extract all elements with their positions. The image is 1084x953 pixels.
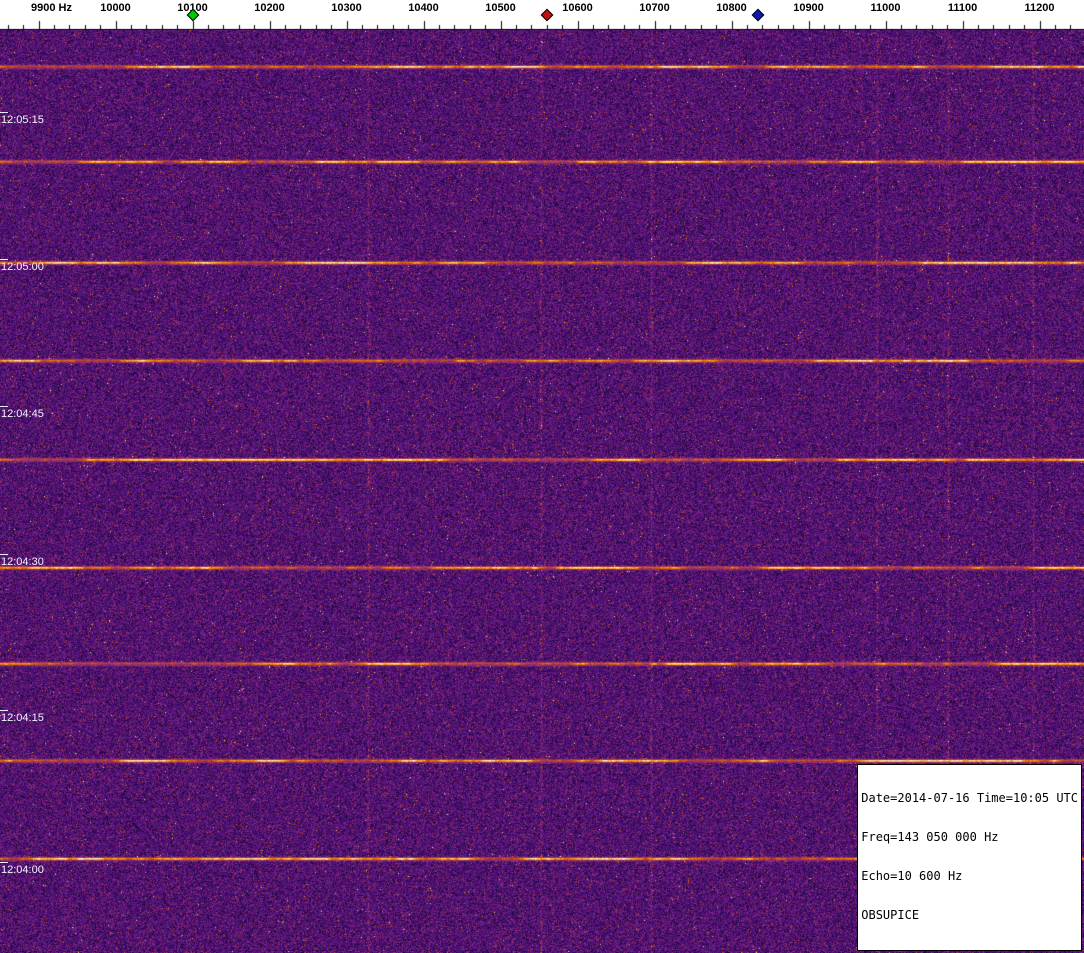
time-label: 12:04:45 [1,408,44,420]
ruler-label-10900: 10900 [793,2,824,14]
ruler-label-10800: 10800 [716,2,747,14]
ruler-label-10700: 10700 [639,2,670,14]
time-tick [0,862,8,863]
ruler-label-11000: 11000 [870,2,901,14]
time-label: 12:04:15 [1,712,44,724]
info-date-line: Date=2014-07-16 Time=10:05 UTC [861,791,1078,805]
ruler-label-10000: 10000 [100,2,131,14]
time-tick [0,259,8,260]
time-label: 12:05:00 [1,261,44,273]
frequency-ruler[interactable]: 9900 Hz100001010010200103001040010500106… [0,0,1084,30]
time-tick [0,554,8,555]
ruler-label-9900: 9900 Hz [31,2,72,14]
time-tick [0,406,8,407]
ruler-label-11200: 11200 [1024,2,1055,14]
time-label: 12:05:15 [1,114,44,126]
ruler-label-10300: 10300 [331,2,362,14]
time-tick [0,710,8,711]
time-tick [0,112,8,113]
time-label: 12:04:00 [1,864,44,876]
ruler-label-10500: 10500 [485,2,516,14]
info-echo-line: Echo=10 600 Hz [861,869,963,883]
waterfall-area: 12:05:15 12:05:00 12:04:45 12:04:30 12:04:15… [0,30,1084,953]
spectrogram-app: 9900 Hz100001010010200103001040010500106… [0,0,1084,953]
info-freq-line: Freq=143 050 000 Hz [861,830,999,844]
ruler-label-10400: 10400 [408,2,439,14]
info-station-line: OBSUPICE [861,908,920,922]
time-label: 12:04:30 [1,556,44,568]
ruler-label-10600: 10600 [562,2,593,14]
ruler-label-11100: 11100 [947,2,978,14]
observation-info-box: Date=2014-07-16 Time=10:05 UTC Freq=143 … [857,764,1082,951]
ruler-label-10200: 10200 [254,2,285,14]
